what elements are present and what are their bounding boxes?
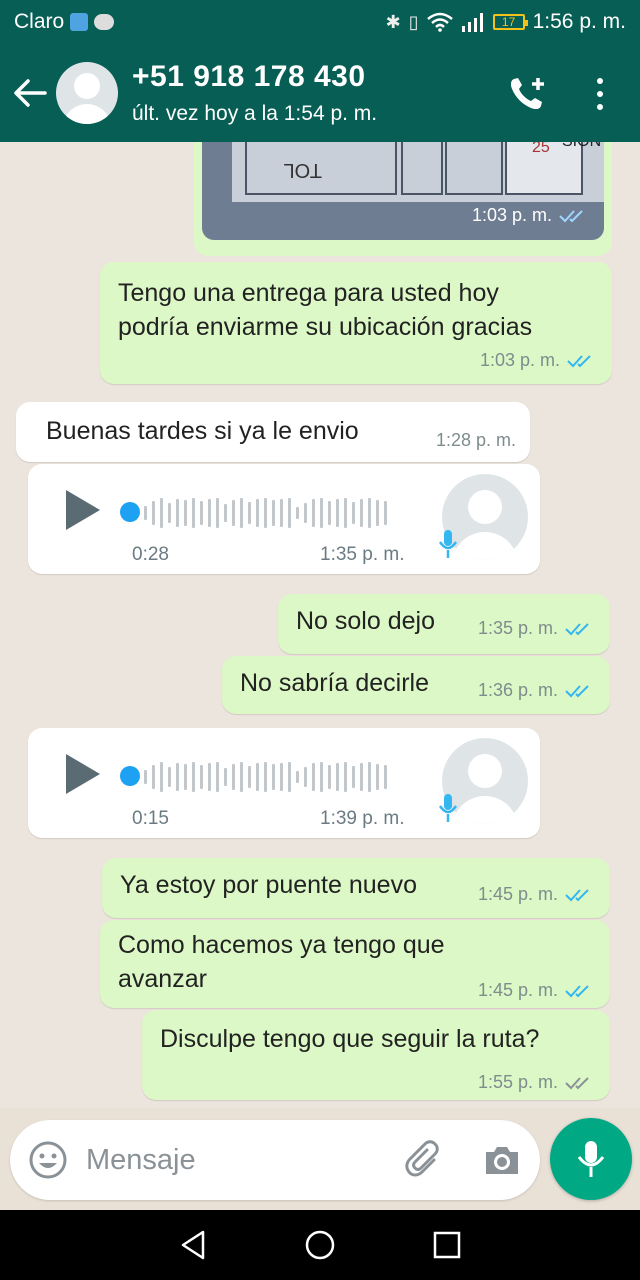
playback-position-dot[interactable] (120, 502, 140, 522)
vibrate-icon: ▯ (408, 11, 419, 32)
message-meta: 1:45 p. m. (478, 980, 594, 1001)
message-bubble-outgoing[interactable]: Ya estoy por puente nuevo 1:45 p. m. (102, 858, 610, 918)
signal-icon (461, 12, 485, 32)
camera-icon[interactable] (482, 1142, 522, 1178)
message-text: No solo dejo (296, 607, 435, 635)
message-text: Buenas tardes si ya le envio (46, 417, 359, 445)
more-options-button[interactable] (592, 74, 608, 114)
carrier: Claro (14, 10, 115, 34)
clock: 1:56 p. m. (532, 10, 626, 33)
contact-name: +51 918 178 430 (132, 60, 366, 93)
chat-header: +51 918 178 430 últ. vez hoy a la 1:54 p… (0, 44, 640, 142)
message-time: 1:03 p. m. (479, 350, 560, 370)
compose-bar (10, 1120, 540, 1200)
message-meta: 1:55 p. m. (478, 1072, 594, 1093)
voice-duration: 0:28 (132, 544, 169, 565)
message-text: Ya estoy por puente nuevo (120, 871, 417, 899)
message-text: Tengo una entrega para usted hoy (118, 279, 499, 307)
read-ticks-icon (565, 888, 589, 901)
emoji-icon[interactable] (28, 1140, 68, 1180)
message-list[interactable]: TOL 25 SION 1:03 p. m. Tengo una entrega… (0, 142, 640, 1108)
message-image[interactable]: TOL 25 SION 1:03 p. m. (194, 142, 612, 256)
read-ticks-icon (559, 209, 583, 222)
message-time: 1:35 p. m. (477, 618, 558, 638)
read-ticks-icon (565, 984, 589, 997)
svg-text:SION: SION (562, 142, 601, 150)
document-photo: TOL 25 SION (232, 142, 604, 202)
message-text: avanzar (118, 965, 207, 993)
message-time: 1:36 p. m. (477, 680, 558, 700)
image-meta: 1:03 p. m. (472, 205, 588, 226)
message-time: 1:35 p. m. (320, 544, 405, 565)
message-time: 1:03 p. m. (471, 205, 552, 225)
mic-icon (438, 794, 458, 822)
read-ticks-icon (565, 684, 589, 697)
message-time: 1:45 p. m. (477, 884, 558, 904)
message-meta: 1:28 p. m. (436, 430, 516, 451)
message-bubble-outgoing[interactable]: Como hacemos ya tengo que avanzar 1:45 p… (100, 920, 610, 1008)
system-nav-bar (0, 1210, 640, 1280)
nav-recents-button[interactable] (427, 1225, 467, 1265)
message-bubble-outgoing[interactable]: No solo dejo 1:35 p. m. (278, 594, 610, 654)
status-bar: Claro ✱ ▯ 17 1:56 p. m. (0, 0, 640, 44)
wifi-icon (426, 12, 453, 32)
message-input[interactable] (86, 1138, 386, 1182)
message-time: 1:55 p. m. (477, 1072, 558, 1092)
bluetooth-icon: ✱ (385, 11, 401, 32)
message-meta: 1:03 p. m. (480, 350, 596, 371)
nav-back-button[interactable] (173, 1225, 213, 1265)
battery-icon: 17 (492, 14, 528, 30)
nav-back-icon (182, 1230, 205, 1260)
voice-duration: 0:15 (132, 808, 169, 829)
voice-record-button[interactable] (550, 1118, 632, 1200)
attach-icon[interactable] (404, 1140, 444, 1180)
voice-message[interactable]: 0:15 1:39 p. m. (28, 728, 540, 838)
read-ticks-icon (565, 622, 589, 635)
message-time: 1:39 p. m. (320, 808, 405, 829)
back-button[interactable] (4, 67, 56, 119)
back-arrow-icon (14, 79, 47, 107)
mic-icon (438, 530, 458, 558)
mic-icon (577, 1141, 605, 1177)
delivered-ticks-icon (565, 1076, 589, 1089)
contact-avatar[interactable] (56, 62, 118, 124)
message-bubble-outgoing[interactable]: Tengo una entrega para usted hoy podría … (100, 262, 612, 384)
svg-text:25: 25 (532, 142, 550, 156)
waveform[interactable] (144, 496, 408, 530)
more-vert-icon (597, 78, 603, 84)
message-text: podría enviarme su ubicación gracias (118, 313, 533, 341)
last-seen: últ. vez hoy a la 1:54 p. m. (132, 102, 378, 125)
play-icon[interactable] (66, 754, 100, 794)
contact-info[interactable]: +51 918 178 430 últ. vez hoy a la 1:54 p… (132, 60, 377, 126)
carrier-name: Claro (14, 10, 65, 33)
waveform[interactable] (144, 760, 408, 794)
message-meta: 1:35 p. m. (478, 618, 594, 639)
message-bubble-incoming[interactable]: Buenas tardes si ya le envio 1:28 p. m. (16, 402, 530, 462)
read-ticks-icon (567, 354, 591, 367)
message-bubble-outgoing[interactable]: Disculpe tengo que seguir la ruta? 1:55 … (142, 1010, 610, 1100)
play-icon[interactable] (66, 490, 100, 530)
voice-message[interactable]: 0:28 1:35 p. m. (28, 464, 540, 574)
playback-position-dot[interactable] (120, 766, 140, 786)
chat-notification-icon (94, 14, 115, 30)
status-right: ✱ ▯ 17 1:56 p. m. (386, 10, 626, 34)
message-text: No sabría decirle (240, 669, 429, 697)
message-meta: 1:45 p. m. (478, 884, 594, 905)
message-text: Disculpe tengo que seguir la ruta? (160, 1025, 540, 1053)
add-call-icon (510, 78, 544, 110)
message-time: 1:45 p. m. (477, 980, 558, 1000)
message-meta: 1:36 p. m. (478, 680, 594, 701)
add-call-button[interactable] (508, 76, 548, 112)
message-text: Como hacemos ya tengo que (118, 931, 445, 959)
battery-level: 17 (501, 15, 516, 29)
nav-recents-icon (433, 1231, 460, 1259)
shield-icon (70, 13, 89, 31)
nav-home-icon (305, 1230, 335, 1260)
message-time: 1:28 p. m. (435, 430, 516, 450)
message-bubble-outgoing[interactable]: No sabría decirle 1:36 p. m. (222, 656, 610, 714)
nav-home-button[interactable] (300, 1225, 340, 1265)
svg-text:TOL: TOL (283, 159, 322, 181)
image-thumbnail[interactable]: TOL 25 SION 1:03 p. m. (202, 142, 604, 240)
